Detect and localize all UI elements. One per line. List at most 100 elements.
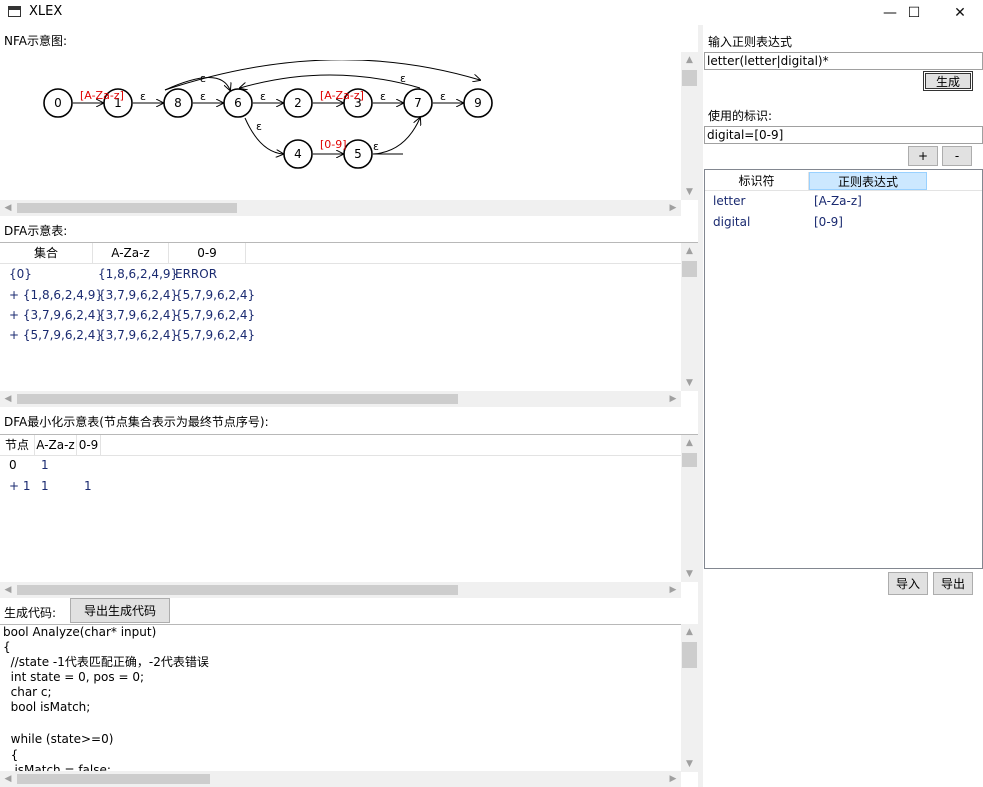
- scroll-up-icon[interactable]: ▲: [681, 435, 698, 451]
- nfa-horizontal-scrollbar[interactable]: ◀ ▶: [0, 200, 681, 216]
- table-cell[interactable]: {3,7,9,6,2,4}: [98, 285, 178, 305]
- generated-code-textbox[interactable]: bool Analyze(char* input) { //state -1代表…: [0, 624, 681, 772]
- nfa-state-label: 5: [354, 147, 362, 161]
- scroll-left-icon[interactable]: ◀: [0, 200, 16, 216]
- scroll-right-icon[interactable]: ▶: [665, 771, 681, 787]
- table-cell[interactable]: 0: [9, 455, 17, 475]
- scroll-right-icon[interactable]: ▶: [665, 391, 681, 407]
- dfa-horizontal-scrollbar[interactable]: ◀ ▶: [0, 391, 681, 407]
- nfa-edge-label: ε: [373, 140, 379, 153]
- scroll-down-icon[interactable]: ▼: [681, 375, 698, 391]
- nfa-edge-label: ε: [440, 90, 446, 103]
- column-header[interactable]: 标识符: [705, 172, 809, 190]
- scroll-thumb[interactable]: [17, 585, 458, 595]
- code-line: int state = 0, pos = 0;: [3, 670, 145, 684]
- scroll-thumb[interactable]: [682, 261, 697, 277]
- nfa-state-label: 6: [234, 96, 242, 110]
- nfa-state-label: 9: [474, 96, 482, 110]
- scroll-thumb[interactable]: [17, 774, 210, 784]
- dfa-table-body: {0} {1,8,6,2,4,9} ERROR + {1,8,6,2,4,9} …: [0, 264, 681, 390]
- scroll-left-icon[interactable]: ◀: [0, 391, 16, 407]
- table-cell[interactable]: {3,7,9,6,2,4}: [98, 305, 178, 325]
- nfa-vertical-scrollbar[interactable]: ▲ ▼: [681, 52, 698, 200]
- table-cell[interactable]: {5,7,9,6,2,4}: [175, 285, 255, 305]
- nfa-state-label: 7: [414, 96, 422, 110]
- scroll-up-icon[interactable]: ▲: [681, 52, 698, 68]
- window-title: XLEX: [29, 4, 63, 19]
- scroll-up-icon[interactable]: ▲: [681, 243, 698, 259]
- mindfa-label: DFA最小化示意表(节点集合表示为最终节点序号):: [4, 415, 269, 429]
- mindfa-horizontal-scrollbar[interactable]: ◀ ▶: [0, 582, 681, 598]
- column-header[interactable]: 0-9: [169, 243, 246, 263]
- nfa-state-label: 8: [174, 96, 182, 110]
- panel-splitter[interactable]: [698, 25, 703, 787]
- scroll-down-icon[interactable]: ▼: [681, 184, 698, 200]
- code-line: while (state>=0): [3, 732, 114, 746]
- scroll-up-icon[interactable]: ▲: [681, 624, 698, 640]
- table-cell[interactable]: 1: [84, 476, 92, 496]
- app-icon: [8, 6, 21, 17]
- scroll-thumb[interactable]: [682, 70, 697, 86]
- column-header[interactable]: 0-9: [77, 435, 101, 455]
- table-cell[interactable]: {3,7,9,6,2,4}: [98, 325, 178, 345]
- table-cell[interactable]: + {5,7,9,6,2,4}: [9, 325, 103, 345]
- table-cell[interactable]: 1: [41, 455, 49, 475]
- table-cell[interactable]: + {3,7,9,6,2,4}: [9, 305, 103, 325]
- scroll-right-icon[interactable]: ▶: [665, 582, 681, 598]
- column-header[interactable]: A-Za-z: [35, 435, 77, 455]
- scroll-left-icon[interactable]: ◀: [0, 771, 16, 787]
- add-identifier-button[interactable]: +: [908, 146, 938, 166]
- table-cell[interactable]: letter: [713, 191, 745, 211]
- scroll-thumb[interactable]: [682, 453, 697, 467]
- identifier-input[interactable]: digital=[0-9]: [704, 126, 983, 144]
- regex-input[interactable]: letter(letter|digital)*: [704, 52, 983, 70]
- scroll-thumb[interactable]: [682, 642, 697, 668]
- code-vertical-scrollbar[interactable]: ▲ ▼: [681, 624, 698, 772]
- table-cell[interactable]: 1: [41, 476, 49, 496]
- export-button[interactable]: 导出: [933, 572, 973, 595]
- code-label: 生成代码:: [4, 606, 57, 620]
- nfa-state-label: 2: [294, 96, 302, 110]
- table-cell[interactable]: [A-Za-z]: [814, 191, 862, 211]
- nfa-edge-label: [0-9]: [320, 138, 347, 151]
- export-code-button[interactable]: 导出生成代码: [70, 598, 170, 623]
- scroll-right-icon[interactable]: ▶: [665, 200, 681, 216]
- column-header-selected[interactable]: 正则表达式: [809, 172, 927, 190]
- scroll-down-icon[interactable]: ▼: [681, 566, 698, 582]
- column-header[interactable]: A-Za-z: [93, 243, 169, 263]
- table-cell[interactable]: ERROR: [175, 264, 217, 284]
- column-header[interactable]: 集合: [0, 243, 93, 263]
- dfa-label: DFA示意表:: [4, 224, 68, 238]
- table-cell[interactable]: digital: [713, 212, 750, 232]
- remove-identifier-button[interactable]: -: [942, 146, 972, 166]
- table-cell[interactable]: {5,7,9,6,2,4}: [175, 325, 255, 345]
- table-cell[interactable]: {1,8,6,2,4,9}: [98, 264, 178, 284]
- code-line: //state -1代表匹配正确，-2代表错误: [3, 655, 209, 669]
- table-cell[interactable]: + 1: [9, 476, 31, 496]
- scroll-thumb[interactable]: [17, 203, 237, 213]
- nfa-edge-label: ε: [256, 120, 262, 133]
- mindfa-vertical-scrollbar[interactable]: ▲ ▼: [681, 435, 698, 582]
- maximize-button[interactable]: ☐: [892, 0, 936, 25]
- nfa-edge-label: ε: [380, 90, 386, 103]
- import-button[interactable]: 导入: [888, 572, 928, 595]
- table-cell[interactable]: {5,7,9,6,2,4}: [175, 305, 255, 325]
- nfa-edge-label: ε: [400, 72, 406, 85]
- column-header[interactable]: 节点: [0, 435, 35, 455]
- table-cell[interactable]: {0}: [9, 264, 32, 284]
- close-button[interactable]: ✕: [938, 0, 982, 25]
- scroll-thumb[interactable]: [17, 394, 458, 404]
- table-cell[interactable]: + {1,8,6,2,4,9}: [9, 285, 103, 305]
- generate-button[interactable]: 生成: [923, 71, 973, 91]
- code-line: {: [3, 640, 11, 654]
- nfa-edge-label: [A-Za-z]: [80, 89, 124, 102]
- scroll-left-icon[interactable]: ◀: [0, 582, 16, 598]
- table-cell[interactable]: [0-9]: [814, 212, 843, 232]
- nfa-state-label: 4: [294, 147, 302, 161]
- nfa-edge-label: ε: [200, 72, 206, 85]
- dfa-vertical-scrollbar[interactable]: ▲ ▼: [681, 243, 698, 391]
- code-line: bool isMatch;: [3, 700, 91, 714]
- scroll-down-icon[interactable]: ▼: [681, 756, 698, 772]
- identifier-table: 标识符 正则表达式 letter [A-Za-z] digital [0-9]: [704, 169, 983, 569]
- code-horizontal-scrollbar[interactable]: ◀ ▶: [0, 771, 681, 787]
